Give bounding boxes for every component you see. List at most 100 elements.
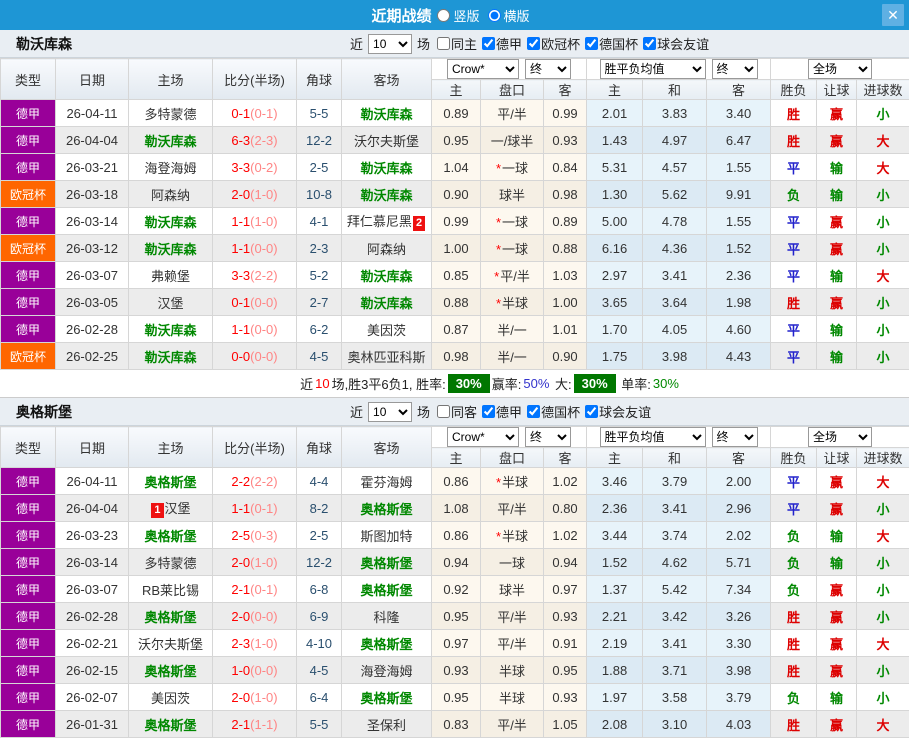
avg-type-select[interactable]: 胜平负均值 bbox=[600, 427, 706, 447]
horizontal-layout-radio-input[interactable] bbox=[488, 9, 501, 22]
match-filters: 近10场同主德甲欧冠杯德国杯球会友谊 bbox=[348, 34, 709, 54]
league-checkbox[interactable]: 欧冠杯 bbox=[527, 34, 580, 53]
match-score: 0-1(0-1) bbox=[213, 100, 297, 127]
scope-select[interactable]: 全场 bbox=[808, 59, 872, 79]
away-odds: 0.95 bbox=[544, 657, 587, 684]
home-team: 勒沃库森 bbox=[129, 316, 213, 343]
halftime-score: (0-0) bbox=[250, 295, 277, 310]
home-team: RB莱比锡 bbox=[129, 576, 213, 603]
avg-away: 6.47 bbox=[707, 127, 771, 154]
result-goals: 大 bbox=[857, 127, 909, 154]
match-date: 26-03-18 bbox=[56, 181, 129, 208]
avg-away: 2.02 bbox=[707, 522, 771, 549]
horizontal-layout-radio[interactable]: 横版 bbox=[488, 6, 530, 25]
avg-type-select[interactable]: 胜平负均值 bbox=[600, 59, 706, 79]
result-handicap: 输 bbox=[817, 343, 857, 370]
avg-time-select[interactable]: 终 bbox=[712, 59, 758, 79]
handicap-line: 半/一 bbox=[481, 316, 544, 343]
odds-time-select[interactable]: 终 bbox=[525, 427, 571, 447]
team-label: 奥格斯堡 bbox=[360, 691, 412, 706]
home-odds: 0.97 bbox=[432, 630, 481, 657]
league-checkbox-input[interactable] bbox=[482, 405, 495, 418]
same-venue-checkbox-label: 同主 bbox=[451, 34, 477, 53]
avg-away: 2.96 bbox=[707, 495, 771, 522]
avg-home: 2.19 bbox=[587, 630, 643, 657]
recent-count-select[interactable]: 10 bbox=[368, 402, 412, 422]
odds-company-select[interactable]: Crow* bbox=[447, 427, 519, 447]
team-label: 奥格斯堡 bbox=[360, 637, 412, 652]
fulltime-score: 2-0 bbox=[231, 690, 250, 705]
league-checkbox-input[interactable] bbox=[643, 37, 656, 50]
league-checkbox-label: 球会友谊 bbox=[599, 402, 651, 421]
home-odds: 1.00 bbox=[432, 235, 481, 262]
vertical-layout-radio[interactable]: 竖版 bbox=[437, 6, 479, 25]
match-filters: 近10场同客德甲德国杯球会友谊 bbox=[348, 402, 651, 422]
result-goals: 小 bbox=[857, 289, 909, 316]
result-handicap: 输 bbox=[817, 154, 857, 181]
avg-home: 3.46 bbox=[587, 468, 643, 495]
league-checkbox-input[interactable] bbox=[527, 405, 540, 418]
result-handicap: 赢 bbox=[817, 603, 857, 630]
league-checkbox[interactable]: 德国杯 bbox=[527, 402, 580, 421]
same-venue-checkbox[interactable]: 同主 bbox=[437, 34, 477, 53]
away-team: 海登海姆 bbox=[342, 657, 432, 684]
match-date: 26-03-07 bbox=[56, 262, 129, 289]
recent-results-window: 近期战绩 竖版 横版 ✕ 勒沃库森近10场同主德甲欧冠杯德国杯球会友谊类型日期主… bbox=[0, 0, 909, 751]
home-odds: 0.95 bbox=[432, 684, 481, 711]
fulltime-score: 1-1 bbox=[231, 322, 250, 337]
avg-away: 1.98 bbox=[707, 289, 771, 316]
league-checkbox-input[interactable] bbox=[585, 405, 598, 418]
result-goals: 小 bbox=[857, 316, 909, 343]
corner-score: 4-10 bbox=[297, 630, 342, 657]
league-checkbox-input[interactable] bbox=[527, 37, 540, 50]
league-checkbox[interactable]: 德国杯 bbox=[585, 34, 638, 53]
corner-score: 6-4 bbox=[297, 684, 342, 711]
match-date: 26-04-04 bbox=[56, 495, 129, 522]
away-odds: 0.93 bbox=[544, 127, 587, 154]
league-checkbox[interactable]: 球会友谊 bbox=[585, 402, 651, 421]
halftime-score: (1-0) bbox=[250, 636, 277, 651]
close-button[interactable]: ✕ bbox=[882, 4, 904, 26]
sections-container: 勒沃库森近10场同主德甲欧冠杯德国杯球会友谊类型日期主场比分(半场)角球客场Cr… bbox=[0, 30, 909, 738]
vertical-layout-radio-input[interactable] bbox=[437, 9, 450, 22]
league-checkbox[interactable]: 球会友谊 bbox=[643, 34, 709, 53]
avg-time-select[interactable]: 终 bbox=[712, 427, 758, 447]
avg-away: 2.00 bbox=[707, 468, 771, 495]
league-checkbox-input[interactable] bbox=[482, 37, 495, 50]
avg-away: 3.26 bbox=[707, 603, 771, 630]
column-subheader: 盘口 bbox=[481, 80, 544, 100]
scope-select[interactable]: 全场 bbox=[808, 427, 872, 447]
corner-score: 5-5 bbox=[297, 100, 342, 127]
away-odds: 0.98 bbox=[544, 181, 587, 208]
same-venue-checkbox[interactable]: 同客 bbox=[437, 402, 477, 421]
odds-company-select[interactable]: Crow* bbox=[447, 59, 519, 79]
match-row: 德甲26-04-11奥格斯堡2-2(2-2)4-4霍芬海姆0.86*半球1.02… bbox=[1, 468, 909, 495]
same-venue-checkbox-input[interactable] bbox=[437, 405, 450, 418]
league-checkbox[interactable]: 德甲 bbox=[482, 402, 522, 421]
corner-score: 5-5 bbox=[297, 711, 342, 738]
handicap-line: 一/球半 bbox=[481, 127, 544, 154]
result-handicap: 赢 bbox=[817, 576, 857, 603]
corner-score: 2-3 bbox=[297, 235, 342, 262]
league-checkbox[interactable]: 德甲 bbox=[482, 34, 522, 53]
handicap-line: 球半 bbox=[481, 576, 544, 603]
avg-home: 1.30 bbox=[587, 181, 643, 208]
home-odds: 0.95 bbox=[432, 127, 481, 154]
same-venue-checkbox-input[interactable] bbox=[437, 37, 450, 50]
avg-away: 4.03 bbox=[707, 711, 771, 738]
team-label: 奥林匹亚科斯 bbox=[347, 350, 425, 365]
column-header: 日期 bbox=[56, 427, 129, 468]
recent-count-select[interactable]: 10 bbox=[368, 34, 412, 54]
result-goals: 小 bbox=[857, 657, 909, 684]
handicap-line: *半球 bbox=[481, 522, 544, 549]
home-odds: 1.04 bbox=[432, 154, 481, 181]
home-team: 海登海姆 bbox=[129, 154, 213, 181]
league-badge: 欧冠杯 bbox=[1, 343, 56, 370]
away-odds: 0.90 bbox=[544, 343, 587, 370]
result-goals: 小 bbox=[857, 603, 909, 630]
league-checkbox-input[interactable] bbox=[585, 37, 598, 50]
avg-home: 1.70 bbox=[587, 316, 643, 343]
odds-time-select[interactable]: 终 bbox=[525, 59, 571, 79]
team-name: 奥格斯堡 bbox=[16, 402, 72, 422]
corner-score: 4-5 bbox=[297, 657, 342, 684]
